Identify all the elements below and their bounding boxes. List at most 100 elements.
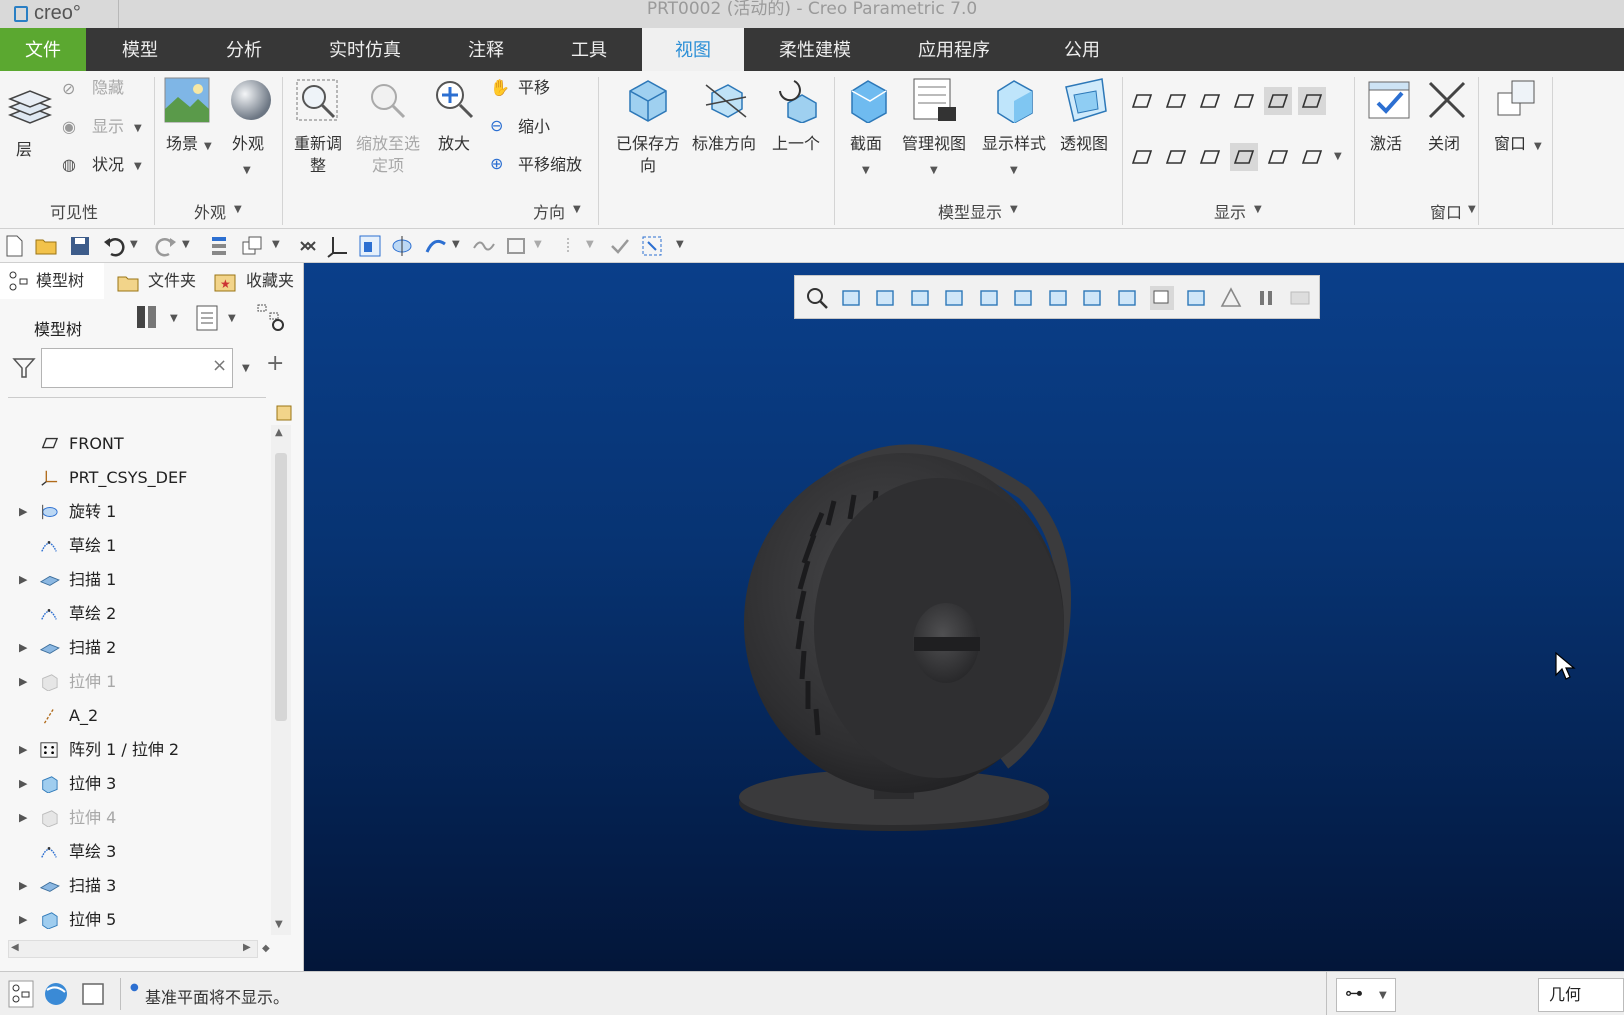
orientation-group-dropdown-icon[interactable]: ▼ [573, 204, 581, 215]
scene-button[interactable]: 场景 [166, 133, 198, 155]
annotation-display-view-icon[interactable] [1185, 286, 1209, 310]
tree-item[interactable]: PRT_CSYS_DEF [0, 461, 270, 495]
redo-dropdown-icon[interactable]: ▼ [182, 239, 206, 263]
tree-item[interactable]: ▶ 拉伸 5 [0, 903, 270, 937]
tree-item[interactable]: ▶ 旋转 1 [0, 495, 270, 529]
scroll-up-icon[interactable]: ▲ [275, 427, 283, 438]
rectangle-icon[interactable] [504, 234, 528, 258]
repaint-icon[interactable] [909, 286, 933, 310]
tree-item[interactable]: ▶ 阵列 1 / 拉伸 2 [0, 733, 270, 767]
settings-dropdown-icon[interactable]: ▼ [170, 313, 178, 324]
find-button[interactable]: ⊶ ▼ [1336, 978, 1396, 1012]
section-button[interactable]: 截面 [850, 133, 882, 155]
clear-search-icon[interactable]: × [212, 355, 227, 376]
image-tool-icon[interactable] [358, 234, 382, 258]
status-button[interactable]: 状况 [92, 154, 124, 176]
point-tag-icon[interactable] [1196, 143, 1224, 171]
plane-tag-icon[interactable] [1128, 143, 1156, 171]
fullscreen-toggle-icon[interactable] [80, 980, 106, 1008]
scene-icon[interactable] [164, 77, 210, 123]
axis-display-icon[interactable] [1162, 87, 1190, 115]
panel-resize-icon[interactable]: ◆ [262, 943, 270, 954]
tree-item[interactable]: A_2 [0, 699, 270, 733]
browser-toggle-icon[interactable] [42, 980, 70, 1008]
open-folder-icon[interactable] [34, 234, 58, 258]
standard-orientation-icon[interactable] [702, 77, 748, 123]
new-file-icon[interactable] [2, 234, 26, 258]
perspective-view-icon[interactable] [1047, 286, 1071, 310]
show-list-dropdown-icon[interactable]: ▼ [228, 313, 236, 324]
csys-tag-icon[interactable] [1230, 143, 1258, 171]
annotation-display-icon[interactable] [1264, 143, 1292, 171]
previous-orientation-button[interactable]: 上一个 [772, 133, 820, 155]
windows-switch-dropdown-icon[interactable]: ▼ [272, 239, 296, 263]
previous-orientation-icon[interactable] [772, 77, 818, 123]
pause-icon[interactable] [1254, 286, 1278, 310]
expand-arrow-icon[interactable]: ▶ [19, 563, 27, 597]
expand-arrow-icon[interactable]: ▶ [19, 665, 27, 699]
tab-applications[interactable]: 应用程序 [886, 28, 1022, 71]
zoom-out-view-icon[interactable] [874, 286, 898, 310]
selection-filter-select[interactable]: 几何 [1538, 978, 1624, 1012]
layer-button[interactable]: 层 [16, 139, 32, 161]
tree-item[interactable]: 草绘 3 [0, 835, 270, 869]
refit-view-icon[interactable] [805, 286, 829, 310]
select-tool-icon[interactable] [640, 234, 664, 258]
undo-icon[interactable] [102, 234, 126, 258]
refit-icon[interactable] [294, 77, 340, 123]
tab-tools[interactable]: 工具 [536, 28, 642, 71]
standard-orientation-button[interactable]: 标准方向 [692, 133, 756, 155]
tab-flexible-modeling[interactable]: 柔性建模 [744, 28, 886, 71]
revolve-tool-icon[interactable] [390, 234, 414, 258]
tree-item[interactable]: 草绘 1 [0, 529, 270, 563]
view-manager-icon[interactable] [1012, 286, 1036, 310]
tab-utilities[interactable]: 公用 [1022, 28, 1142, 71]
spline-icon[interactable] [472, 234, 496, 258]
tab-file[interactable]: 文件 [0, 28, 86, 71]
spin-center-icon[interactable] [1264, 87, 1292, 115]
tree-item[interactable]: ▶ 拉伸 3 [0, 767, 270, 801]
manage-views-button[interactable]: 管理视图 [902, 133, 966, 155]
perspective-icon[interactable] [1062, 77, 1108, 123]
appearance-dropdown-icon[interactable]: ▼ [243, 165, 251, 176]
filter-icon[interactable] [12, 357, 36, 379]
pan-button[interactable]: 平移 [518, 77, 550, 99]
close-window-button[interactable]: 关闭 [1428, 133, 1460, 155]
show-button[interactable]: 显示 [92, 116, 124, 138]
pan-zoom-button[interactable]: 平移缩放 [518, 154, 582, 176]
datum-display-filters-icon[interactable] [1081, 286, 1105, 310]
fan-model-icon[interactable] [724, 413, 1104, 853]
tree-horizontal-scrollbar[interactable]: ◀ ▶ [8, 940, 258, 958]
tree-item[interactable]: ▶ 拉伸 4 [0, 801, 270, 835]
zoom-in-icon[interactable] [432, 77, 478, 123]
model-display-group-dropdown-icon[interactable]: ▼ [1010, 204, 1018, 215]
refit-button[interactable]: 重新调整 [290, 133, 346, 177]
customize-toolbar-icon[interactable]: ▼ [676, 239, 700, 263]
expand-arrow-icon[interactable]: ▶ [19, 869, 27, 903]
tab-model[interactable]: 模型 [86, 28, 194, 71]
dimension-display-icon[interactable] [1298, 87, 1326, 115]
windows-switch-icon[interactable] [240, 234, 264, 258]
windows-dropdown-icon[interactable]: ▼ [1534, 141, 1542, 152]
expand-arrow-icon[interactable]: ▶ [19, 801, 27, 835]
zoom-in-view-icon[interactable] [840, 286, 864, 310]
filter-dropdown-icon[interactable]: ▼ [586, 239, 610, 263]
checkmark-icon[interactable] [608, 234, 632, 258]
undo-dropdown-icon[interactable]: ▼ [130, 239, 154, 263]
tree-toggle-icon[interactable] [8, 980, 34, 1008]
scene-dropdown-icon[interactable]: ▼ [204, 141, 212, 152]
close-window-icon[interactable] [1424, 77, 1470, 123]
plane-display-view-icon[interactable] [1116, 286, 1140, 310]
display-style-dropdown-icon[interactable]: ▼ [1010, 165, 1018, 176]
find-dropdown-icon[interactable]: ▼ [1379, 990, 1387, 1001]
axis-tag-icon[interactable] [1162, 143, 1190, 171]
expand-arrow-icon[interactable]: ▶ [19, 903, 27, 937]
display-style-icon[interactable] [992, 77, 1038, 123]
zoom-in-button[interactable]: 放大 [438, 133, 470, 155]
window-group-dropdown-icon[interactable]: ▼ [1468, 204, 1476, 215]
scroll-left-icon[interactable]: ◀ [11, 942, 19, 953]
expand-arrow-icon[interactable]: ▶ [19, 733, 27, 767]
add-filter-icon[interactable]: + [266, 351, 284, 376]
redo-icon[interactable] [154, 234, 178, 258]
manage-views-icon[interactable] [912, 77, 958, 123]
